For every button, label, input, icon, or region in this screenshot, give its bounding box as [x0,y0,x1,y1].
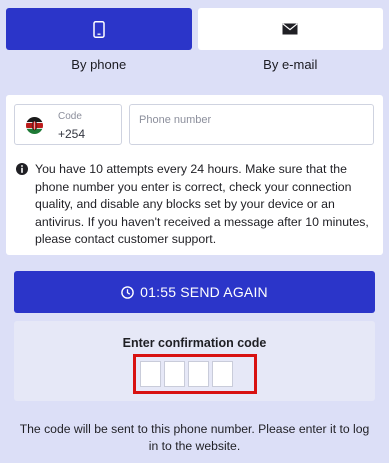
tab-by-email-label[interactable]: By e-mail [198,57,384,73]
code-value: +254 [58,127,86,141]
tab-by-phone[interactable] [6,8,192,50]
tab-labels: By phone By e-mail [6,57,383,73]
phone-form-card: Code +254 You have 10 attempts every 24 … [6,95,383,255]
code-inputs-highlight [133,354,257,394]
method-tabs [6,8,383,50]
phone-number-input[interactable] [139,109,364,131]
tab-by-email[interactable] [197,8,383,50]
notice-text: You have 10 attempts every 24 hours. Mak… [35,162,369,246]
phone-number-field[interactable] [129,104,374,145]
send-again-label: 01:55 SEND AGAIN [140,284,268,300]
phone-icon [93,20,105,38]
confirmation-title: Enter confirmation code [122,336,267,350]
envelope-icon [282,23,298,35]
country-code-selector[interactable]: Code +254 [14,104,122,145]
info-icon [16,163,28,175]
code-digit-4[interactable] [212,361,233,387]
clock-icon [121,285,134,299]
tab-by-phone-label[interactable]: By phone [6,57,192,73]
code-digit-3[interactable] [188,361,209,387]
code-label: Code [58,111,82,122]
confirmation-code-card: Enter confirmation code [14,321,375,401]
kenya-flag-icon [26,117,43,134]
footer-hint: The code will be sent to this phone numb… [19,422,370,453]
code-digit-inputs [140,361,233,387]
code-digit-1[interactable] [140,361,161,387]
code-digit-2[interactable] [164,361,185,387]
send-again-button[interactable]: 01:55 SEND AGAIN [14,271,375,313]
